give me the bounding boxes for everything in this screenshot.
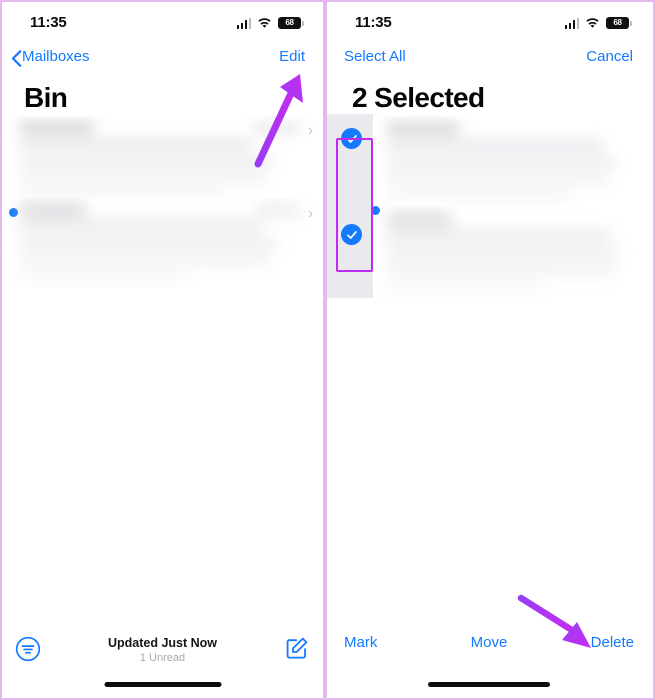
redacted-mail-content <box>387 118 627 202</box>
cellular-signal-icon <box>236 17 251 29</box>
table-row[interactable] <box>327 206 651 300</box>
chevron-right-icon[interactable]: › <box>308 206 313 221</box>
redacted-mail-date <box>255 206 299 214</box>
updated-status-label: Updated Just Now <box>107 636 218 650</box>
wifi-icon <box>586 17 599 28</box>
battery-icon: 68 <box>606 17 632 29</box>
left-status-bar: 11:35 68 <box>2 2 323 42</box>
right-phone-screen: 11:35 68 Select All Cancel 2 Selected Ma… <box>325 2 651 698</box>
delete-button[interactable]: Delete <box>591 634 634 651</box>
select-all-button[interactable]: Select All <box>344 48 406 65</box>
status-icons-group: 68 <box>236 16 304 30</box>
home-indicator <box>428 682 550 687</box>
battery-icon: 68 <box>278 17 304 29</box>
cellular-signal-icon <box>564 17 579 29</box>
home-indicator <box>104 682 221 687</box>
right-status-bar: 11:35 68 <box>327 2 651 42</box>
mail-list <box>327 116 651 306</box>
redacted-mail-content <box>387 210 627 296</box>
battery-level-label: 68 <box>285 18 294 27</box>
unread-indicator-dot <box>9 208 18 217</box>
table-row[interactable]: › <box>2 116 323 198</box>
cancel-button[interactable]: Cancel <box>586 48 633 65</box>
status-icons-group: 68 <box>564 16 632 30</box>
back-to-mailboxes-button[interactable]: Mailboxes <box>22 48 90 65</box>
page-title: Bin <box>24 82 68 113</box>
redacted-mail-date <box>253 124 299 132</box>
left-bottom-toolbar: Updated Just Now 1 Unread <box>2 628 323 698</box>
table-row[interactable]: › <box>2 198 323 288</box>
compose-icon[interactable] <box>285 636 309 660</box>
chevron-right-icon[interactable]: › <box>308 123 313 138</box>
annotation-highlight-checkboxes <box>336 138 373 272</box>
chevron-left-icon[interactable] <box>11 50 22 67</box>
right-bottom-toolbar: Mark Move Delete <box>327 628 651 698</box>
table-row[interactable] <box>327 116 651 206</box>
right-nav-bar: Select All Cancel <box>327 42 651 76</box>
status-time: 11:35 <box>30 14 67 31</box>
page-title: 2 Selected <box>352 82 485 113</box>
screenshot-root: 11:35 68 Mailboxes Edit Bin › › Updated … <box>0 0 655 700</box>
mailbox-status: Updated Just Now 1 Unread <box>2 636 323 665</box>
edit-button[interactable]: Edit <box>279 48 305 65</box>
battery-level-label: 68 <box>613 18 622 27</box>
left-nav-bar: Mailboxes Edit <box>2 42 323 76</box>
left-phone-screen: 11:35 68 Mailboxes Edit Bin › › Updated … <box>2 2 325 698</box>
mail-list: › › <box>2 116 323 326</box>
wifi-icon <box>258 17 271 28</box>
status-time: 11:35 <box>355 14 392 31</box>
unread-count-label: 1 Unread <box>139 652 186 664</box>
